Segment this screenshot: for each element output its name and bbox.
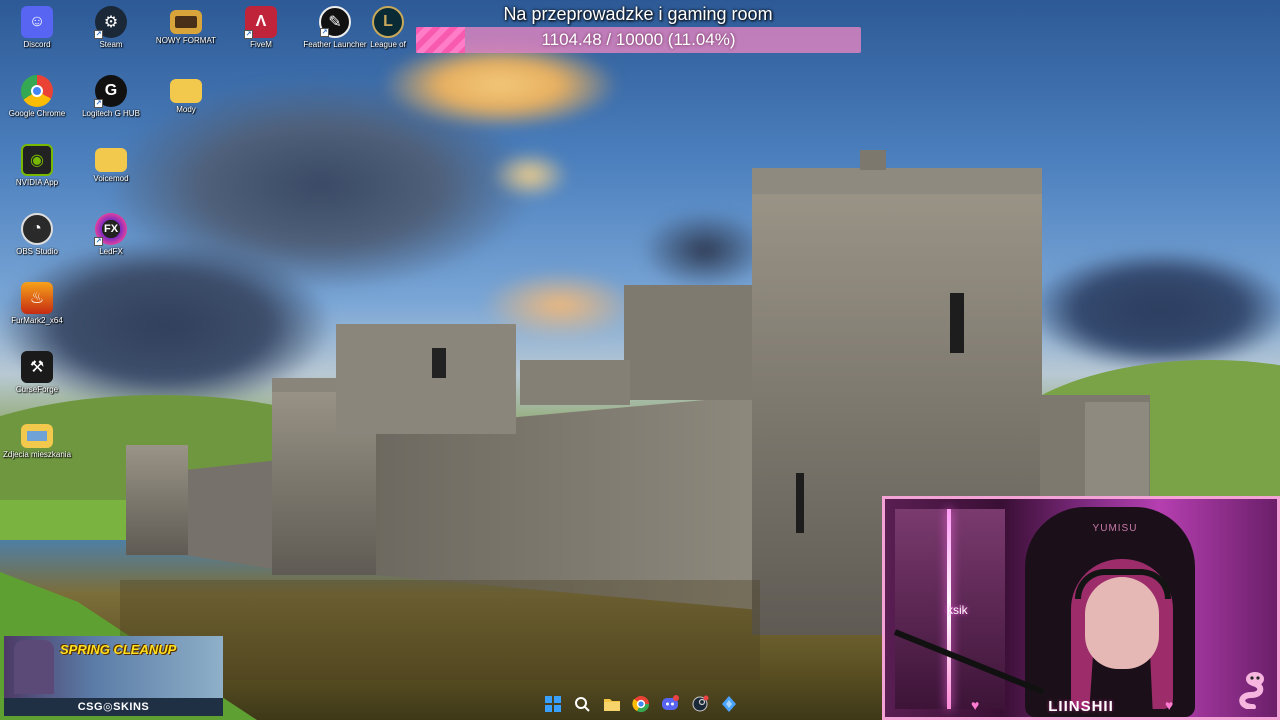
desktop-icon-google-chrome[interactable]: Google Chrome xyxy=(0,71,74,119)
icon-label: NVIDIA App xyxy=(15,178,59,187)
desktop-icon-steam[interactable]: ⚙ ↗ Steam xyxy=(74,2,148,50)
icon-label: Logitech G HUB xyxy=(82,109,140,118)
desktop-icon-league[interactable]: L League of xyxy=(358,2,418,50)
discord-icon: ☺ xyxy=(21,6,53,38)
steam-icon: ⚙ ↗ xyxy=(94,6,127,39)
folder-icon xyxy=(170,79,202,103)
icon-label: NOWY FORMAT xyxy=(155,36,217,45)
icon-label: League of xyxy=(370,40,406,49)
streamer-name: LIINSHII xyxy=(1048,698,1114,715)
icon-label: Mody xyxy=(176,105,196,114)
league-icon: L xyxy=(372,6,404,38)
goal-progress-text: 1104.48 / 10000 (11.04%) xyxy=(541,30,736,49)
desktop-icon-mody[interactable]: Mody xyxy=(149,71,223,115)
steam-icon[interactable] xyxy=(689,693,711,715)
fivem-icon: Λ ↗ xyxy=(244,6,277,39)
ledfx-icon: FX ↗ xyxy=(94,213,127,246)
desktop-icon-nowy-format[interactable]: NOWY FORMAT xyxy=(149,2,223,46)
icon-label: Steam xyxy=(99,40,123,49)
sponsor-brand: CSG◎SKINS xyxy=(4,698,223,716)
icon-label: LedFX xyxy=(99,247,123,256)
icon-label: FurMark2_x64 xyxy=(11,316,63,325)
goal-title: Na przeprowadzke i gaming room xyxy=(503,4,773,24)
shortcut-arrow-icon: ↗ xyxy=(94,30,103,39)
shortcut-arrow-icon: ↗ xyxy=(244,30,253,39)
desktop-icon-fivem[interactable]: Λ ↗ FiveM xyxy=(224,2,298,50)
shortcut-arrow-icon: ↗ xyxy=(94,237,103,246)
sponsor-title: SPRING CLEANUP xyxy=(60,642,177,657)
icon-label: Zdjecia mieszkania xyxy=(2,450,72,459)
folder-image-icon xyxy=(21,424,53,448)
feather-icon: ✎ ↗ xyxy=(319,6,351,38)
icon-label: FiveM xyxy=(250,40,272,49)
folder-image-icon xyxy=(170,10,202,34)
desktop-icon-obs-studio[interactable]: ◔ OBS Studio xyxy=(0,209,74,257)
webcam-overlay: ksik YUMISU ♥ ♥ LIINSHII xyxy=(882,496,1280,720)
chrome-icon[interactable] xyxy=(630,693,652,715)
search-icon[interactable] xyxy=(571,693,593,715)
file-explorer-icon[interactable] xyxy=(601,693,623,715)
goal-progress-bar: 1104.48 / 10000 (11.04%) xyxy=(416,27,861,53)
shortcut-arrow-icon: ↗ xyxy=(320,28,329,37)
nvidia-icon: ◉ xyxy=(21,144,53,176)
desktop-icon-zdjecia-mieszkania[interactable]: Zdjecia mieszkania xyxy=(0,416,74,460)
desktop-icon-voicemod[interactable]: Voicemod xyxy=(74,140,148,184)
app-icon[interactable] xyxy=(718,693,740,715)
icon-label: OBS Studio xyxy=(16,247,58,256)
folder-icon xyxy=(95,148,127,172)
chair-logo: YUMISU xyxy=(1092,523,1138,534)
curseforge-icon: ⚒ xyxy=(21,351,53,383)
icon-label: Voicemod xyxy=(93,174,129,183)
icon-label: CurseForge xyxy=(15,385,59,394)
logitech-ghub-icon: G ↗ xyxy=(94,75,127,108)
desktop-icon-nvidia-app[interactable]: ◉ NVIDIA App xyxy=(0,140,74,188)
neon-sign: ksik xyxy=(947,603,968,617)
icon-label: Google Chrome xyxy=(8,109,66,118)
shortcut-arrow-icon: ↗ xyxy=(94,99,103,108)
obs-icon: ◔ xyxy=(21,213,53,245)
desktop-icon-furmark[interactable]: ♨ FurMark2_x64 xyxy=(0,278,74,326)
furmark-icon: ♨ xyxy=(21,282,53,314)
desktop-icon-logitech-ghub[interactable]: G ↗ Logitech G HUB xyxy=(74,71,148,119)
desktop-icon-ledfx[interactable]: FX ↗ LedFX xyxy=(74,209,148,257)
icon-label: Discord xyxy=(23,40,51,49)
taskbar xyxy=(538,688,744,720)
windows-start-icon[interactable] xyxy=(542,693,564,715)
desktop-icon-curseforge[interactable]: ⚒ CurseForge xyxy=(0,347,74,395)
headset xyxy=(1075,569,1171,599)
sponsor-character xyxy=(14,640,54,694)
discord-icon[interactable] xyxy=(659,693,681,715)
desktop-icon-discord[interactable]: ☺ Discord xyxy=(0,2,74,50)
sponsor-banner[interactable]: SPRING CLEANUP CSG◎SKINS xyxy=(4,636,223,716)
chrome-icon xyxy=(21,75,53,107)
snake-mascot-icon xyxy=(1239,672,1264,709)
